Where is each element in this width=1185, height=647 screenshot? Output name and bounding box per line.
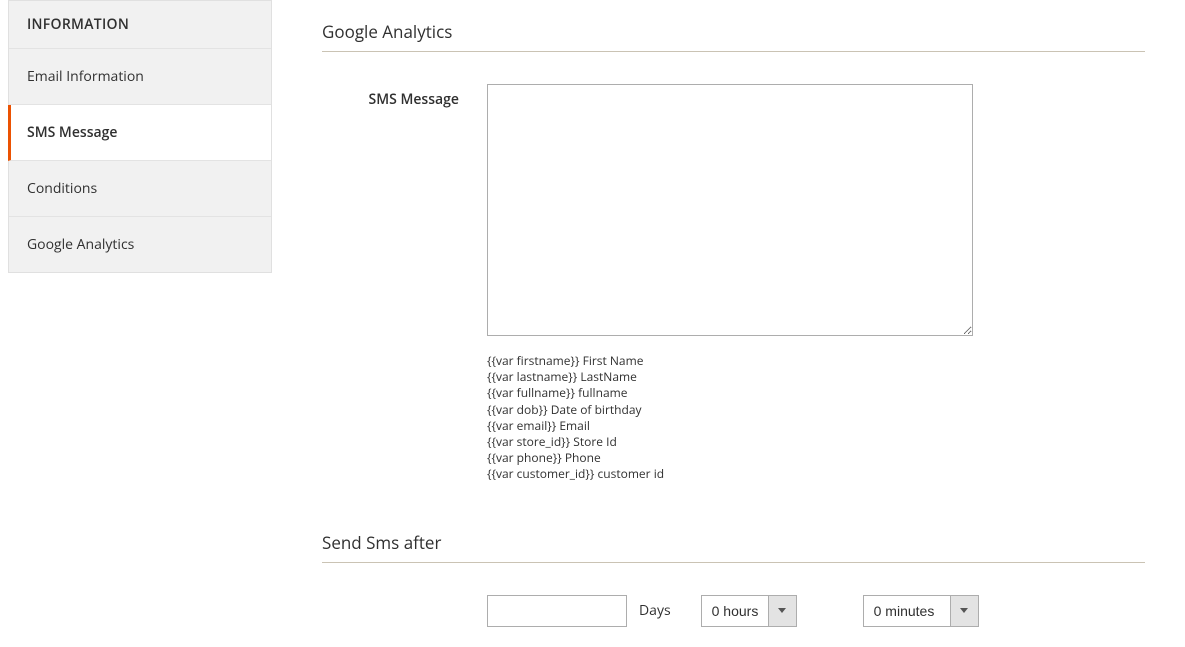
sms-message-label: SMS Message (322, 84, 487, 109)
days-input[interactable] (487, 595, 627, 627)
sidebar: INFORMATION Email Information SMS Messag… (0, 0, 272, 647)
sidebar-item-sms-message[interactable]: SMS Message (8, 105, 271, 161)
main: Google Analytics SMS Message {{var first… (272, 0, 1185, 647)
days-label: Days (639, 601, 671, 620)
hint-line: {{var customer_id}} customer id (487, 466, 1145, 482)
sidebar-item-google-analytics[interactable]: Google Analytics (9, 217, 271, 272)
section-send-sms-after: Send Sms after Days 0 hours 0 minutes (322, 531, 1145, 627)
sidebar-card: INFORMATION Email Information SMS Messag… (8, 0, 272, 273)
hint-line: {{var phone}} Phone (487, 450, 1145, 466)
sms-message-control: {{var firstname}} First Name {{var lastn… (487, 84, 1145, 483)
hint-line: {{var store_id}} Store Id (487, 434, 1145, 450)
field-sms-message: SMS Message {{var firstname}} First Name… (322, 84, 1145, 483)
sms-message-textarea[interactable] (487, 84, 973, 336)
minutes-select[interactable]: 0 minutes (863, 595, 979, 627)
hint-line: {{var dob}} Date of birthday (487, 402, 1145, 418)
sidebar-header: INFORMATION (9, 1, 271, 49)
hint-line: {{var lastname}} LastName (487, 369, 1145, 385)
hint-line: {{var firstname}} First Name (487, 353, 1145, 369)
sidebar-list: Email Information SMS Message Conditions… (9, 49, 271, 272)
sidebar-item-conditions[interactable]: Conditions (9, 161, 271, 217)
hours-select[interactable]: 0 hours (701, 595, 797, 627)
section-title-google-analytics: Google Analytics (322, 20, 1145, 52)
schedule-row: Days 0 hours 0 minutes (322, 595, 1145, 627)
minutes-select-wrap: 0 minutes (863, 595, 979, 627)
sidebar-item-email-information[interactable]: Email Information (9, 49, 271, 105)
hours-select-wrap: 0 hours (701, 595, 797, 627)
section-title-send-sms-after: Send Sms after (322, 531, 1145, 563)
sms-variable-hints: {{var firstname}} First Name {{var lastn… (487, 353, 1145, 483)
hint-line: {{var fullname}} fullname (487, 385, 1145, 401)
hint-line: {{var email}} Email (487, 418, 1145, 434)
